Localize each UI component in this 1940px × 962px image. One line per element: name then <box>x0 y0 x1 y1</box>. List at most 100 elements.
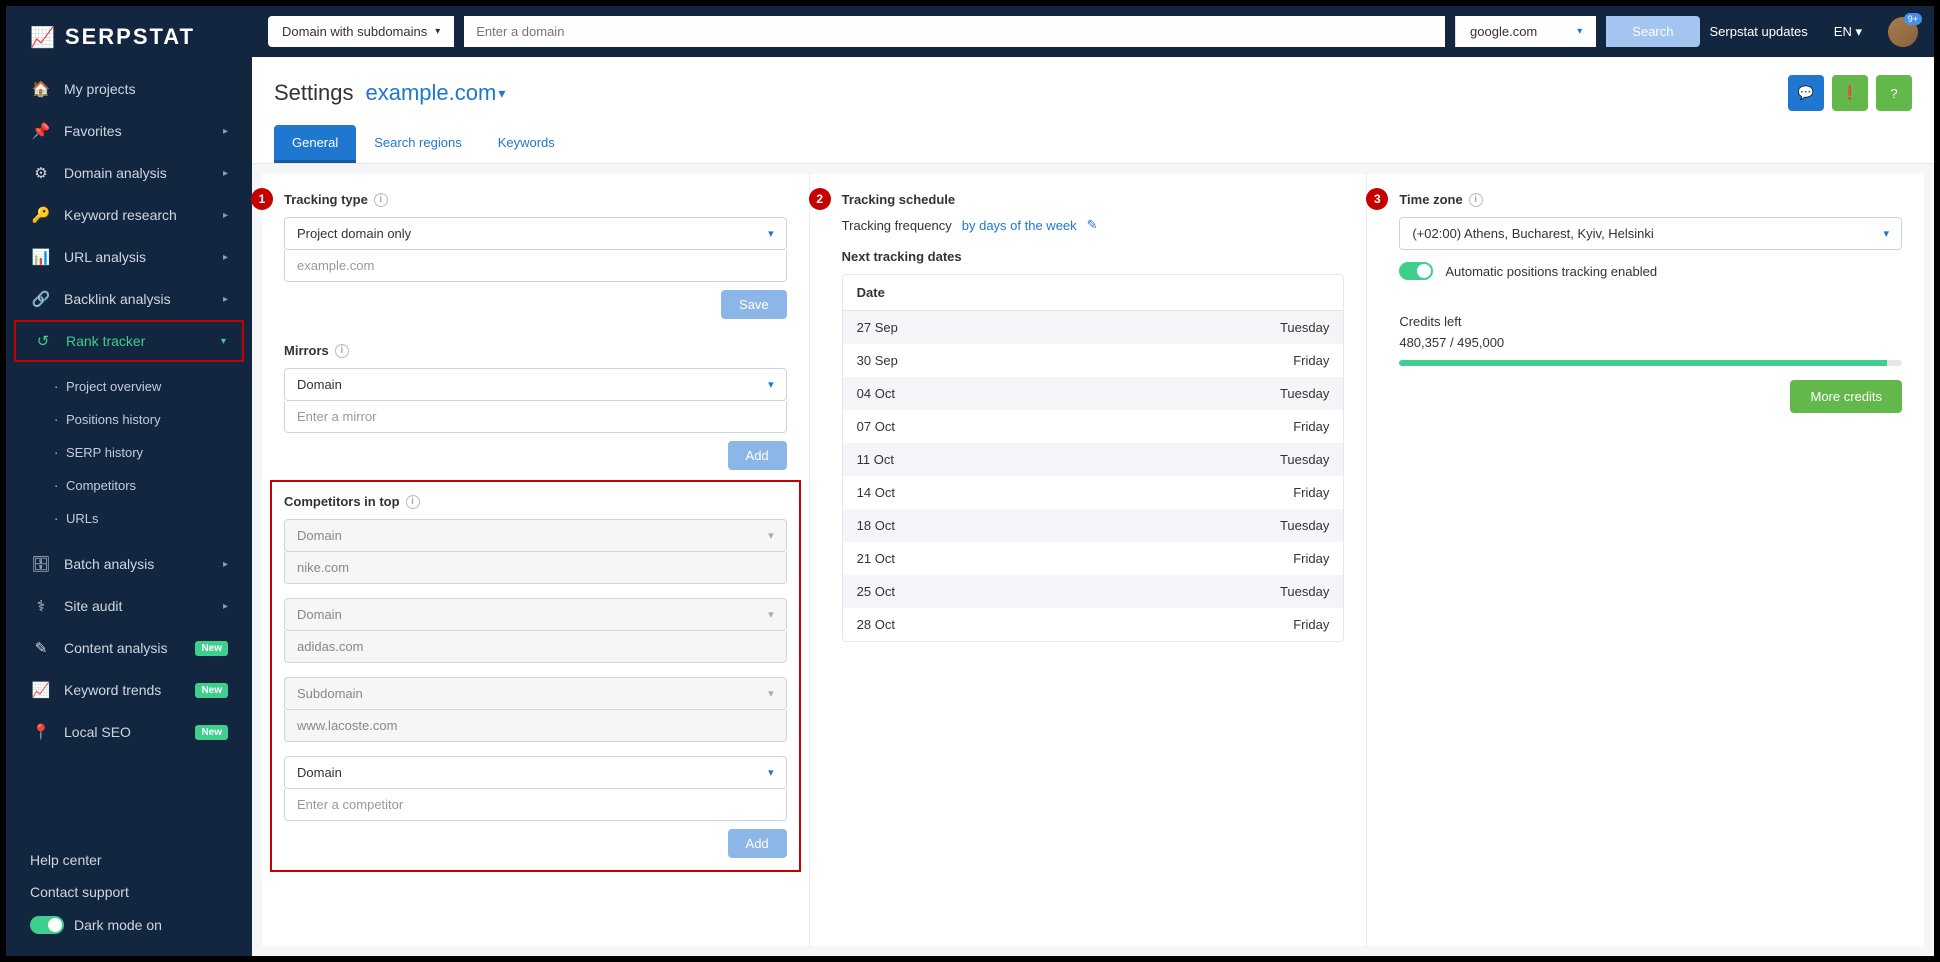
save-button[interactable]: Save <box>721 290 787 319</box>
freq-label: Tracking frequency <box>842 218 952 233</box>
sidebar-item[interactable]: 📍Local SEONew <box>6 711 252 753</box>
more-credits-button[interactable]: More credits <box>1790 380 1902 413</box>
competitor-value[interactable]: adidas.com <box>284 631 787 663</box>
search-button[interactable]: Search <box>1606 16 1699 47</box>
nav-icon: 📌 <box>30 122 52 140</box>
sidebar-item[interactable]: 🔑Keyword research▸ <box>6 194 252 236</box>
competitor-new-input[interactable]: Enter a competitor <box>284 789 787 821</box>
nav-icon: 📈 <box>30 681 52 699</box>
sidebar-item-label: Local SEO <box>64 724 131 740</box>
brand-name: SERPSTAT <box>65 24 195 50</box>
sidebar-item[interactable]: 🔗Backlink analysis▸ <box>6 278 252 320</box>
tab-search-regions[interactable]: Search regions <box>356 125 479 163</box>
competitor-type-select[interactable]: Domain▾ <box>284 598 787 631</box>
page-title: Settings <box>274 80 354 106</box>
nav-icon: ⚕ <box>30 597 52 615</box>
dark-mode-toggle[interactable]: Dark mode on <box>30 908 228 942</box>
nav-icon: 🏠 <box>30 80 52 98</box>
competitor-value[interactable]: nike.com <box>284 552 787 584</box>
tracking-domain-input[interactable]: example.com <box>284 250 787 282</box>
notes-button[interactable]: ❗ <box>1832 75 1868 111</box>
sidebar-item[interactable]: 📊URL analysis▸ <box>6 236 252 278</box>
weekday-value: Friday <box>1293 551 1329 566</box>
date-value: 21 Oct <box>857 551 895 566</box>
sidebar-sub-item[interactable]: Positions history <box>36 403 252 436</box>
search-input[interactable] <box>464 16 1445 47</box>
sidebar-item-rank-tracker[interactable]: ↺ Rank tracker ▾ <box>14 320 244 362</box>
timezone-title: Time zone i <box>1399 192 1902 207</box>
sidebar-item[interactable]: 📈Keyword trendsNew <box>6 669 252 711</box>
nav-icon: 🔗 <box>30 290 52 308</box>
add-mirror-button[interactable]: Add <box>728 441 787 470</box>
sidebar-item[interactable]: ⚕Site audit▸ <box>6 585 252 627</box>
info-icon[interactable]: i <box>1469 193 1483 207</box>
sidebar-sub-item[interactable]: SERP history <box>36 436 252 469</box>
info-icon[interactable]: i <box>374 193 388 207</box>
page-domain-select[interactable]: example.com▾ <box>366 80 506 106</box>
competitor-type-select[interactable]: Subdomain▾ <box>284 677 787 710</box>
date-value: 28 Oct <box>857 617 895 632</box>
freq-value-link[interactable]: by days of the week <box>962 218 1077 233</box>
content: 1 Tracking type i Project domain only ▾ … <box>262 174 1924 946</box>
mirror-input[interactable]: Enter a mirror <box>284 401 787 433</box>
weekday-value: Tuesday <box>1280 518 1329 533</box>
credits-title: Credits left <box>1399 314 1902 329</box>
updates-link[interactable]: Serpstat updates <box>1710 24 1808 39</box>
nav-icon: ✎ <box>30 639 52 657</box>
nav-icon: 🗄 <box>30 555 52 573</box>
competitor-type-select[interactable]: Domain▾ <box>284 519 787 552</box>
sidebar-item[interactable]: 🗄Batch analysis▸ <box>6 543 252 585</box>
sidebar-sub-item[interactable]: URLs <box>36 502 252 535</box>
chevron-down-icon: ▾ <box>435 26 440 37</box>
info-icon[interactable]: i <box>406 495 420 509</box>
edit-icon[interactable]: ✎ <box>1087 217 1098 233</box>
info-icon[interactable]: i <box>335 344 349 358</box>
logo-icon: 📈 <box>30 25 57 50</box>
sidebar-item[interactable]: 🏠My projects <box>6 68 252 110</box>
toggle-switch-icon[interactable] <box>30 916 64 934</box>
tab-general[interactable]: General <box>274 125 356 163</box>
timezone-select[interactable]: (+02:00) Athens, Bucharest, Kyiv, Helsin… <box>1399 217 1902 250</box>
schedule-title: Tracking schedule <box>842 192 1345 207</box>
date-value: 25 Oct <box>857 584 895 599</box>
chevron-down-icon: ▾ <box>768 529 774 542</box>
sidebar-item[interactable]: ✎Content analysisNew <box>6 627 252 669</box>
dark-mode-label: Dark mode on <box>74 917 162 933</box>
competitor-new-type-select[interactable]: Domain ▾ <box>284 756 787 789</box>
chevron-down-icon: ▾ <box>1883 227 1889 240</box>
lang-select[interactable]: EN ▾ <box>1834 24 1862 40</box>
nav: 🏠My projects📌Favorites▸⚙Domain analysis▸… <box>6 68 252 830</box>
domain-type-select[interactable]: Domain with subdomains ▾ <box>268 16 454 47</box>
sidebar-item[interactable]: ⚙Domain analysis▸ <box>6 152 252 194</box>
logo[interactable]: 📈 SERPSTAT <box>6 6 252 68</box>
avatar[interactable]: 9+ <box>1888 17 1918 47</box>
competitor-value[interactable]: www.lacoste.com <box>284 710 787 742</box>
tracking-type-select[interactable]: Project domain only ▾ <box>284 217 787 250</box>
search-engine-select[interactable]: google.com ▾ <box>1455 16 1596 47</box>
competitor-row: Subdomain▾www.lacoste.com <box>284 677 787 742</box>
tab-keywords[interactable]: Keywords <box>480 125 573 163</box>
help-center-link[interactable]: Help center <box>30 844 228 876</box>
sidebar-sub-item[interactable]: Competitors <box>36 469 252 502</box>
chevron-right-icon: ▸ <box>223 252 228 263</box>
chevron-right-icon: ▸ <box>223 294 228 305</box>
step-badge-3: 3 <box>1366 188 1388 210</box>
col-timezone: 3 Time zone i (+02:00) Athens, Bucharest… <box>1377 174 1924 946</box>
date-value: 11 Oct <box>857 452 894 467</box>
date-row: 14 OctFriday <box>843 476 1344 509</box>
date-value: 04 Oct <box>857 386 895 401</box>
sidebar-sub-item[interactable]: Project overview <box>36 370 252 403</box>
chevron-right-icon: ▸ <box>223 126 228 137</box>
nav-icon: 🔑 <box>30 206 52 224</box>
help-button[interactable]: ? <box>1876 75 1912 111</box>
chat-button[interactable]: 💬 <box>1788 75 1824 111</box>
add-competitor-button[interactable]: Add <box>728 829 787 858</box>
credits-fill <box>1399 360 1887 366</box>
tracking-dates-table: Date 27 SepTuesday30 SepFriday04 OctTues… <box>842 274 1345 642</box>
sidebar-item[interactable]: 📌Favorites▸ <box>6 110 252 152</box>
auto-tracking-toggle[interactable] <box>1399 262 1433 280</box>
contact-support-link[interactable]: Contact support <box>30 876 228 908</box>
mirrors-title: Mirrors i <box>284 343 787 358</box>
sidebar-item-label: Keyword research <box>64 207 177 223</box>
mirror-type-select[interactable]: Domain ▾ <box>284 368 787 401</box>
